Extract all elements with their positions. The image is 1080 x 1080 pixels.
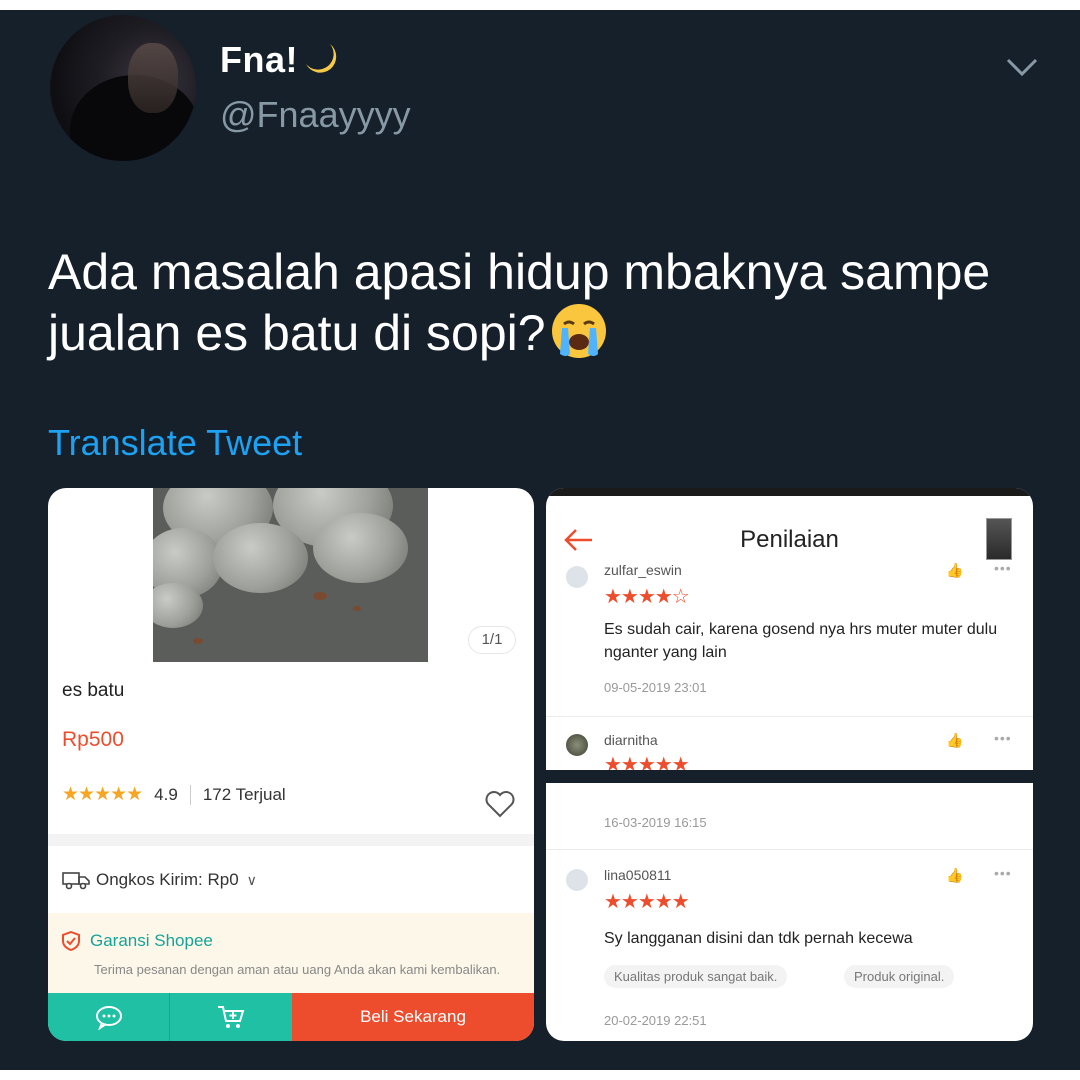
section-divider (48, 834, 534, 846)
review-date: 16-03-2019 16:15 (604, 815, 707, 830)
review-text: Es sudah cair, karena gosend nya hrs mut… (604, 621, 998, 661)
tweet-text-body: Ada masalah apasi hidup mbaknya sampe ju… (48, 244, 991, 361)
guarantee-description: Terima pesanan dengan aman atau uang And… (94, 962, 501, 977)
add-to-cart-button[interactable] (170, 993, 292, 1041)
review-divider (546, 849, 1033, 850)
more-options-icon[interactable]: ••• (994, 865, 1012, 881)
more-options-icon[interactable]: ••• (994, 560, 1012, 576)
display-name[interactable]: Fna! (220, 38, 340, 81)
review-stars: ★★★★★ (604, 754, 690, 770)
avatar-face (128, 43, 178, 113)
review-stars: ★★★★★ (604, 891, 690, 913)
bottom-action-bar: Beli Sekarang (48, 993, 534, 1041)
heart-icon[interactable] (484, 790, 516, 818)
more-options-icon[interactable]: ••• (994, 730, 1012, 746)
guarantee-title-text: Garansi Shopee (90, 931, 213, 950)
ice-cube (213, 523, 308, 593)
review-tag: Produk original. (844, 965, 955, 988)
chat-button[interactable] (48, 993, 170, 1041)
photo-stain (193, 638, 203, 644)
shipping-row[interactable]: Ongkos Kirim: Rp0 ∨ (62, 870, 257, 890)
crescent-moon-icon (306, 44, 337, 73)
status-bar (546, 488, 1033, 496)
photo-stain (353, 606, 361, 611)
like-icon[interactable]: 👍 (946, 732, 963, 749)
review-date: 20-02-2019 22:51 (604, 1013, 707, 1028)
reviewer-avatar (566, 869, 588, 891)
ice-cube (313, 513, 408, 583)
guarantee-box[interactable]: Garansi Shopee Terima pesanan dengan ama… (48, 913, 534, 995)
like-icon[interactable]: 👍 (946, 562, 963, 579)
image-counter: 1/1 (468, 626, 516, 654)
product-thumbnail[interactable] (986, 518, 1012, 560)
sold-count: 172 Terjual (202, 784, 286, 804)
shield-icon (62, 931, 80, 951)
chevron-down-icon: ∨ (246, 871, 257, 888)
rating-stars-icon: ★★★★★ (62, 784, 143, 805)
review-tag: Kualitas produk sangat baik. (604, 965, 788, 988)
product-price: Rp500 (62, 728, 124, 751)
reviews-screenshot-bottom: 16-03-2019 16:15 lina050811 👍 ••• ★★★★★ … (546, 783, 1033, 1041)
review-text: Sy langganan disini dan tdk pernah kecew… (604, 930, 913, 947)
product-name: es batu (62, 680, 125, 701)
reviewer-name: lina050811 (604, 867, 672, 883)
truck-icon (62, 872, 90, 890)
chevron-down-icon[interactable] (1002, 52, 1042, 82)
guarantee-title: Garansi Shopee (62, 931, 213, 951)
rating-value: 4.9 (154, 784, 178, 804)
buy-now-button[interactable]: Beli Sekarang (292, 993, 534, 1041)
cart-plus-icon (218, 1006, 245, 1028)
tweet-text: Ada masalah apasi hidup mbaknya sampe ju… (48, 242, 1008, 363)
reviews-screenshot-top: Penilaian zulfar_eswin 👍 ••• ★★★★☆ Es su… (546, 488, 1033, 770)
rating-separator (189, 784, 191, 805)
loudly-crying-face-icon (551, 304, 606, 358)
product-screenshot: 1/1 es batu Rp500 ★★★★★ 4.9 172 Terjual … (48, 488, 534, 1041)
review-date: 09-05-2019 23:01 (604, 680, 707, 695)
ice-cube (153, 583, 203, 628)
shipping-cost: Ongkos Kirim: Rp0 (96, 870, 239, 889)
page-title: Penilaian (740, 526, 839, 553)
reviewer-avatar (566, 734, 588, 756)
reviewer-name: diarnitha (604, 732, 658, 748)
user-handle[interactable]: @Fnaayyyy (220, 94, 411, 136)
display-name-text: Fna! (220, 39, 298, 80)
chat-bubble-icon (95, 1006, 122, 1030)
reviewer-avatar (566, 566, 588, 588)
review-stars: ★★★★☆ (604, 586, 690, 608)
review-divider (546, 716, 1033, 717)
user-avatar[interactable] (50, 15, 196, 161)
reviewer-name: zulfar_eswin (604, 562, 682, 578)
translate-tweet-link[interactable]: Translate Tweet (48, 422, 302, 464)
photo-stain (313, 592, 327, 600)
product-image[interactable] (153, 488, 428, 662)
rating-row: ★★★★★ 4.9 172 Terjual (62, 783, 286, 806)
like-icon[interactable]: 👍 (946, 867, 963, 884)
